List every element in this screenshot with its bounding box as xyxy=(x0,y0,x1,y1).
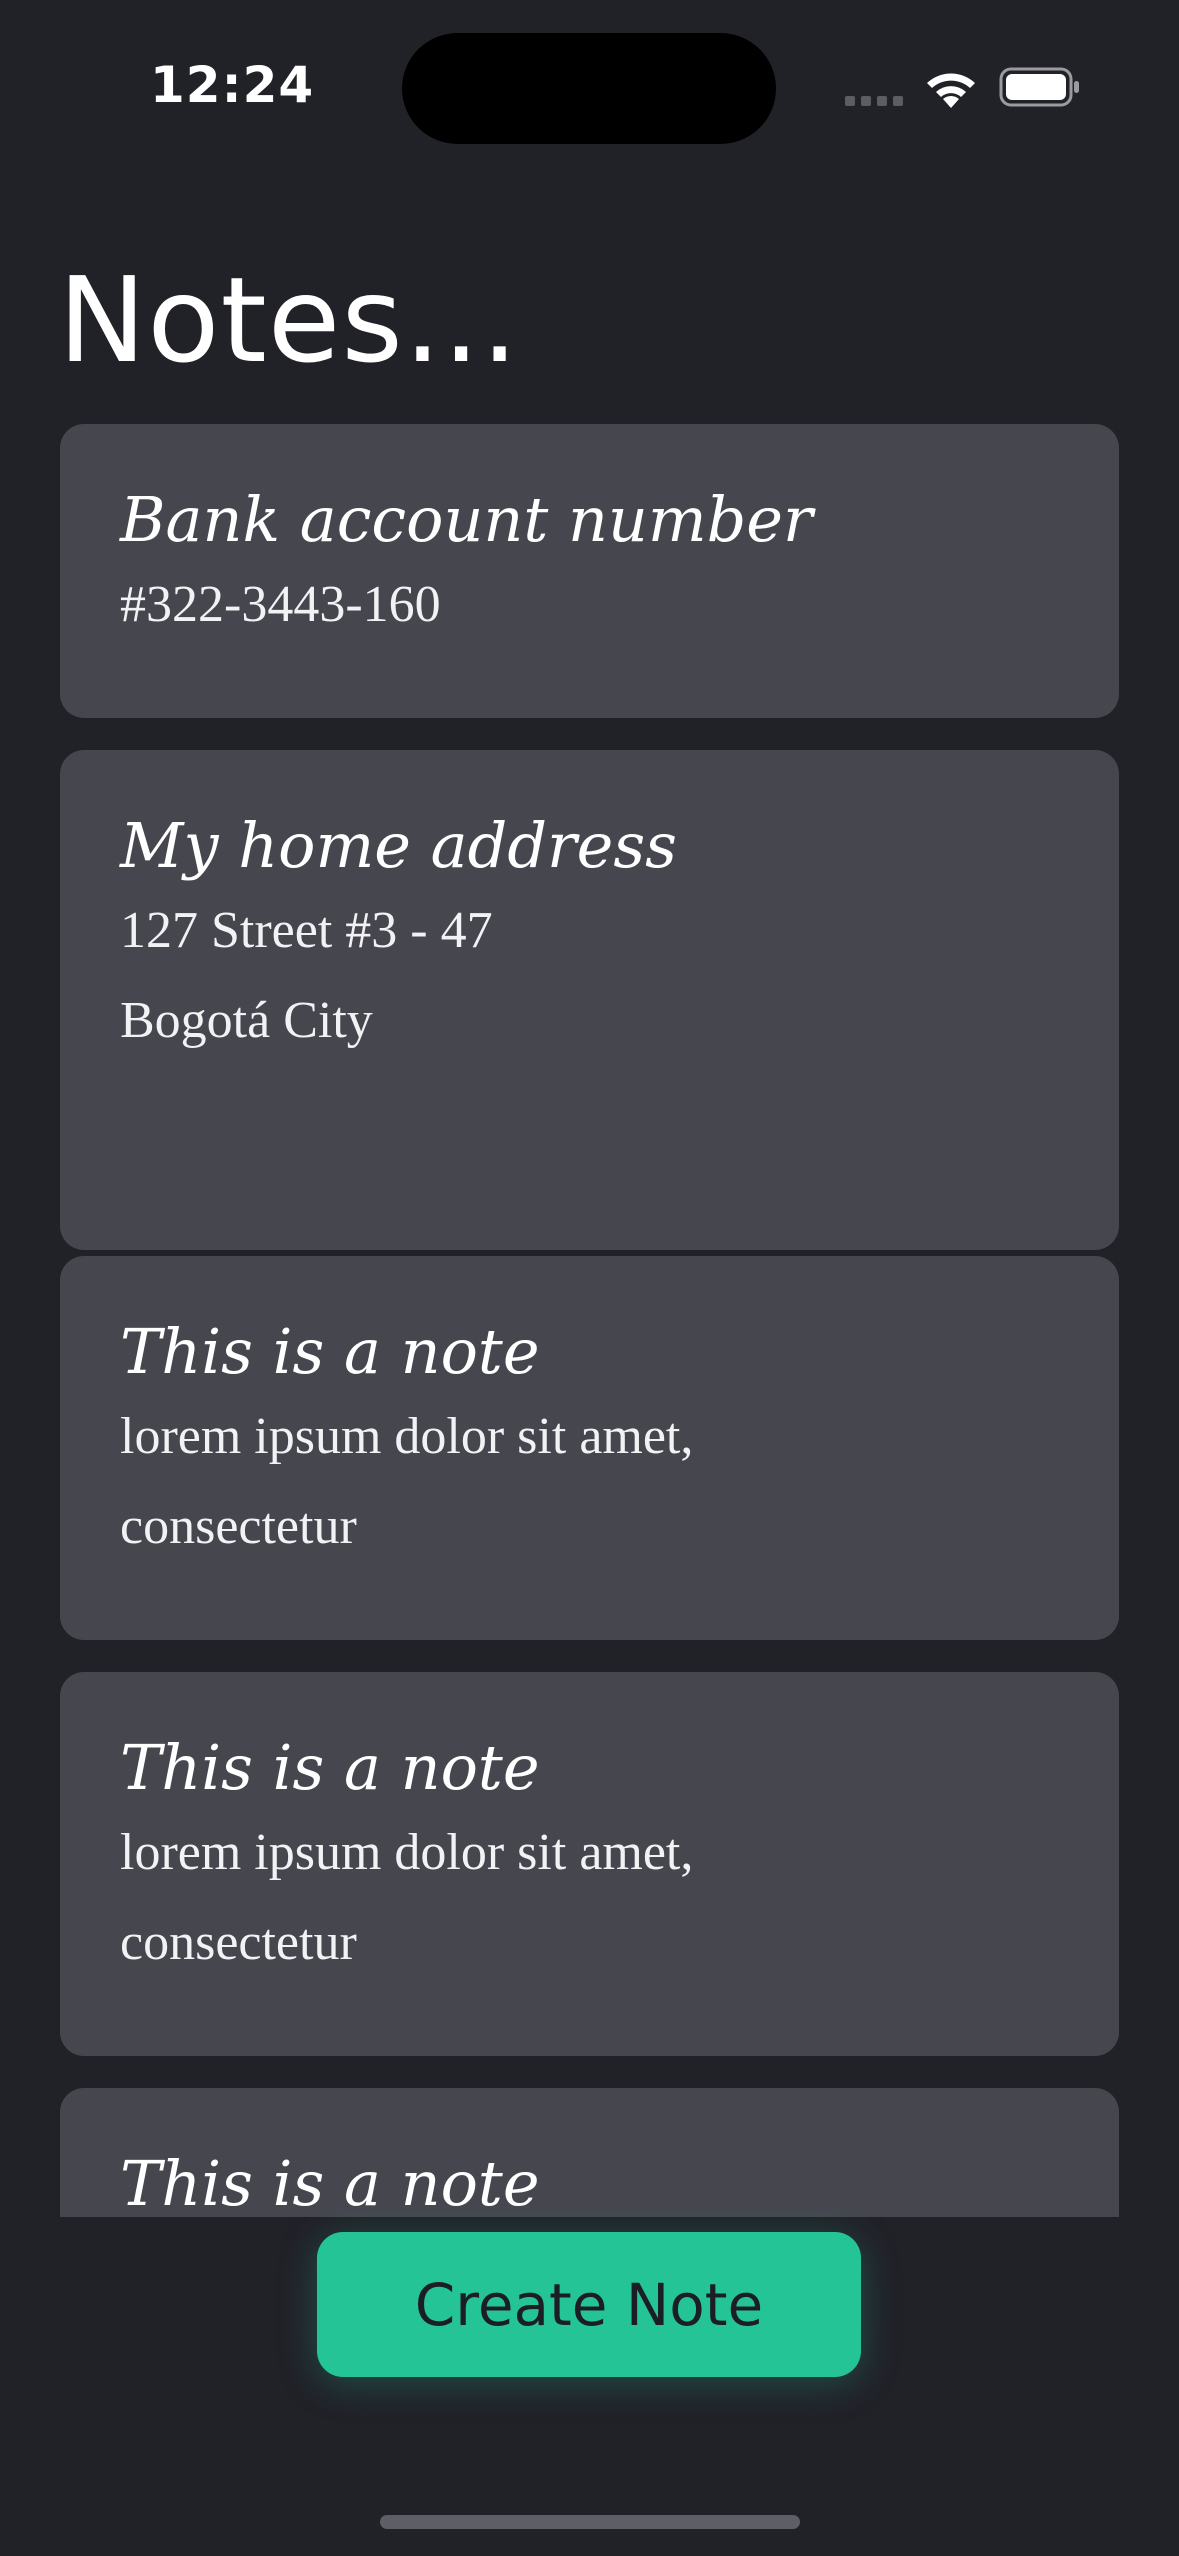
create-note-button[interactable]: Create Note xyxy=(317,2232,861,2377)
note-card[interactable]: My home address 127 Street #3 - 47 Bogot… xyxy=(60,750,1119,1250)
notes-list[interactable]: Bank account number #322-3443-160 My hom… xyxy=(60,424,1119,2217)
page-title: Notes... xyxy=(58,251,520,389)
status-time: 12:24 xyxy=(150,56,315,114)
note-card[interactable]: This is a note lorem ipsum dolor sit ame… xyxy=(60,1256,1119,1640)
note-title: Bank account number xyxy=(120,483,813,556)
note-title: My home address xyxy=(120,809,677,882)
note-card[interactable]: This is a note lorem ipsum dolor sit ame… xyxy=(60,1672,1119,2056)
note-title: This is a note xyxy=(120,1315,540,1388)
note-body: 127 Street #3 - 47 Bogotá City xyxy=(120,902,493,1049)
home-indicator[interactable] xyxy=(380,2515,800,2529)
note-title: This is a note xyxy=(120,2147,540,2217)
note-body: lorem ipsum dolor sit amet, consectetur xyxy=(120,1408,694,1555)
cellular-signal-icon xyxy=(845,96,903,106)
note-title: This is a note xyxy=(120,1731,540,1804)
note-body: lorem ipsum dolor sit amet, consectetur xyxy=(120,1824,694,1971)
note-card[interactable]: This is a note xyxy=(60,2088,1119,2217)
dynamic-island xyxy=(402,33,776,144)
battery-icon xyxy=(999,67,1079,107)
wifi-icon xyxy=(927,73,975,108)
status-bar: 12:24 xyxy=(0,0,1179,170)
note-card[interactable]: Bank account number #322-3443-160 xyxy=(60,424,1119,718)
note-body: #322-3443-160 xyxy=(120,576,441,633)
